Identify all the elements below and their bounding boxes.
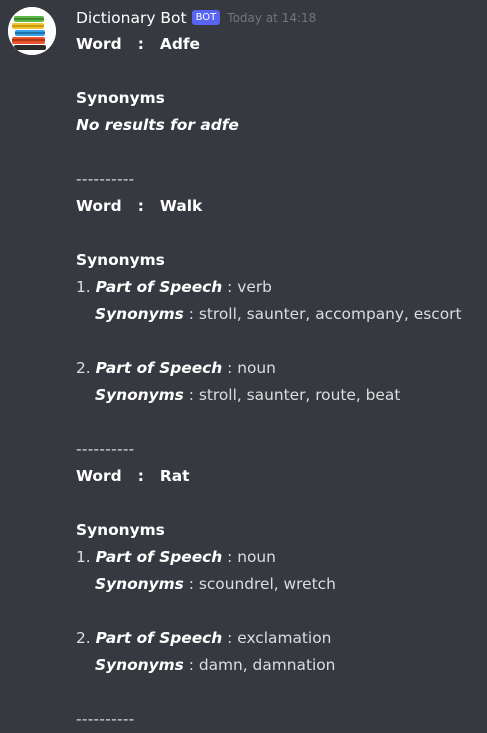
sense-pos-line: 1. Part of Speech : noun (76, 548, 276, 566)
synonyms-value: stroll, saunter, accompany, escort (198, 305, 462, 323)
synonyms-label: Synonyms (95, 305, 184, 323)
synonyms-value: scoundrel, wretch (198, 575, 336, 593)
sense-number: 1. (76, 548, 91, 566)
username[interactable]: Dictionary Bot (76, 9, 187, 27)
stacked-books-icon (8, 7, 56, 55)
synonyms-heading-text: Synonyms (76, 251, 165, 269)
word-value: Walk (159, 197, 203, 215)
word-line: Word : Rat (76, 463, 480, 490)
word-value: Rat (159, 467, 190, 485)
synonyms-heading: Synonyms (76, 85, 480, 112)
pos-value: exclamation (237, 629, 332, 647)
bot-avatar[interactable] (8, 7, 56, 55)
message-timestamp[interactable]: Today at 14:18 (227, 11, 316, 25)
sense-pos-line: 2. Part of Speech : exclamation (76, 629, 332, 647)
word-line: Word : Adfe (76, 31, 480, 58)
no-results-line: No results for adfe (76, 112, 480, 139)
sense-number: 2. (76, 629, 91, 647)
sense-synonyms-line: Synonyms : stroll, saunter, accompany, e… (95, 305, 462, 323)
synonyms-heading-text: Synonyms (76, 89, 165, 107)
synonyms-heading: Synonyms (76, 517, 480, 544)
word-label: Word (76, 467, 122, 485)
sense-synonyms-line: Synonyms : scoundrel, wretch (95, 575, 336, 593)
synonyms-value: damn, damnation (198, 656, 336, 674)
synonyms-heading-text: Synonyms (76, 521, 165, 539)
pos-value: verb (237, 278, 272, 296)
separator: ---------- (76, 710, 135, 728)
word-value: Adfe (159, 35, 200, 53)
pos-label: Part of Speech (95, 548, 223, 566)
bot-badge: BOT (191, 9, 221, 25)
word-line: Word : Walk (76, 193, 480, 220)
pos-label: Part of Speech (95, 629, 223, 647)
word-label: Word (76, 197, 122, 215)
sense-pos-line: 2. Part of Speech : noun (76, 359, 276, 377)
pos-label: Part of Speech (95, 359, 223, 377)
sense-synonyms-line: Synonyms : damn, damnation (95, 656, 336, 674)
sense-pos-line: 1. Part of Speech : verb (76, 278, 272, 296)
sense-synonyms-line: Synonyms : stroll, saunter, route, beat (95, 386, 401, 404)
message-header: Dictionary Bot BOT Today at 14:18 (76, 7, 316, 29)
pos-label: Part of Speech (95, 278, 223, 296)
word-label: Word (76, 35, 122, 53)
synonyms-value: stroll, saunter, route, beat (198, 386, 401, 404)
message-content: Word : Adfe Synonyms No results for adfe… (76, 31, 480, 733)
sense-number: 1. (76, 278, 91, 296)
separator: ---------- (76, 440, 135, 458)
pos-value: noun (237, 359, 276, 377)
pos-value: noun (237, 548, 276, 566)
synonyms-label: Synonyms (95, 386, 184, 404)
synonyms-label: Synonyms (95, 656, 184, 674)
no-results-text: No results for adfe (76, 116, 239, 134)
synonyms-heading: Synonyms (76, 247, 480, 274)
separator: ---------- (76, 170, 135, 188)
sense-number: 2. (76, 359, 91, 377)
synonyms-label: Synonyms (95, 575, 184, 593)
